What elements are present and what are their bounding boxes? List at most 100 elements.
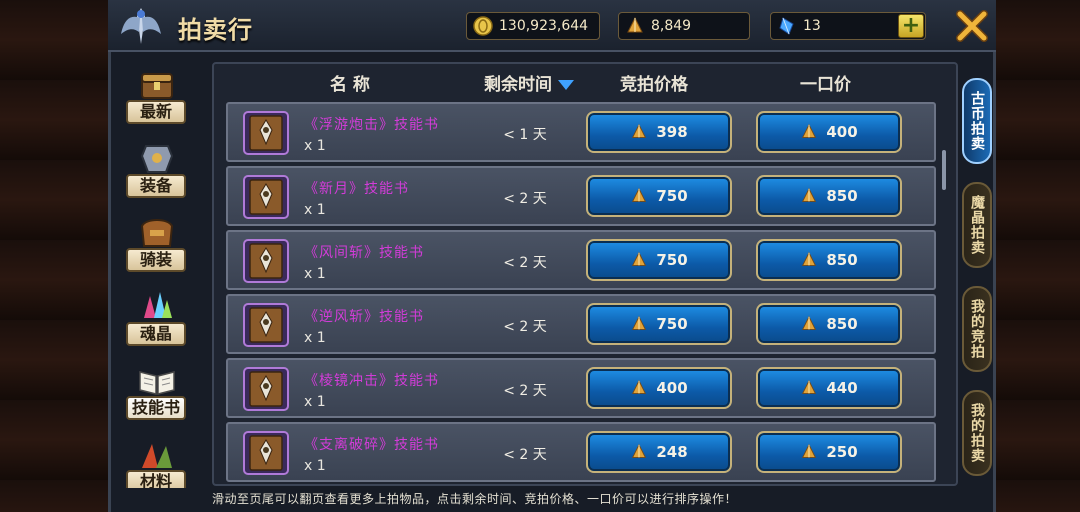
footer-hint: 滑动至页尾可以翻页查看更多上拍物品，点击剩余时间、竞拍价格、一口价可以进行排序操… — [212, 492, 738, 506]
tab-magic-crystal-auction[interactable]: 魔晶拍卖 — [962, 182, 992, 268]
category-label: 骑装 — [126, 248, 186, 272]
category-mount-gear[interactable]: 骑装 — [124, 212, 188, 284]
amber-crystal-icon — [632, 315, 647, 330]
amber-crystal-icon — [802, 187, 817, 202]
item-quantity: x 1 — [304, 202, 326, 218]
page-title: 拍卖行 — [178, 16, 253, 44]
buyout-price-button[interactable]: 250 — [756, 431, 902, 473]
item-quantity: x 1 — [304, 266, 326, 282]
item-name: 《逆风斩》技能书 — [304, 309, 424, 325]
buyout-price-button[interactable]: 850 — [756, 303, 902, 345]
winged-emblem-icon — [121, 8, 161, 44]
bid-price-button[interactable]: 750 — [586, 303, 732, 345]
bid-price-value: 398 — [656, 123, 688, 141]
bid-price-value: 400 — [656, 379, 688, 397]
gold-currency-display: 130,923,644 — [466, 12, 600, 40]
table-row[interactable]: 《支离破碎》技能书 x 1 < 2 天 248 250 — [226, 422, 936, 482]
item-remaining-time: < 2 天 — [503, 191, 547, 207]
table-row[interactable]: 《新月》技能书 x 1 < 2 天 750 850 — [226, 166, 936, 226]
column-header-bid[interactable]: 竞拍价格 — [620, 70, 688, 95]
table-row[interactable]: 《风间斩》技能书 x 1 < 2 天 750 850 — [226, 230, 936, 290]
bid-price-button[interactable]: 398 — [586, 111, 732, 153]
amber-crystal-icon — [632, 187, 647, 202]
category-label: 装备 — [126, 174, 186, 198]
table-row[interactable]: 《浮游炮击》技能书 x 1 < 1 天 398 400 — [226, 102, 936, 162]
amber-crystal-icon — [802, 123, 817, 138]
background-left — [0, 0, 112, 512]
bid-price-value: 248 — [656, 443, 688, 461]
buyout-price-button[interactable]: 850 — [756, 239, 902, 281]
item-quantity: x 1 — [304, 458, 326, 474]
buyout-price-value: 850 — [826, 251, 858, 269]
bid-price-value: 750 — [656, 251, 688, 269]
column-header-time[interactable]: 剩余时间 — [484, 70, 574, 95]
tab-my-bids[interactable]: 我的竞拍 — [962, 286, 992, 372]
bid-price-button[interactable]: 750 — [586, 239, 732, 281]
buyout-price-value: 400 — [826, 123, 858, 141]
item-name: 《新月》技能书 — [304, 181, 409, 197]
buyout-price-value: 440 — [826, 379, 858, 397]
skill-book-icon — [243, 175, 289, 219]
item-quantity: x 1 — [304, 138, 326, 154]
category-label: 魂晶 — [126, 322, 186, 346]
amber-crystal-icon — [632, 251, 647, 266]
sort-desc-icon — [558, 80, 574, 90]
amber-crystal-icon — [802, 443, 817, 458]
item-remaining-time: < 2 天 — [503, 255, 547, 271]
amber-crystal-icon — [632, 379, 647, 394]
column-header-time-label: 剩余时间 — [484, 75, 552, 95]
background-right — [988, 0, 1080, 512]
amber-crystal-icon — [632, 443, 647, 458]
item-remaining-time: < 2 天 — [503, 447, 547, 463]
skill-book-icon — [243, 367, 289, 411]
buyout-price-button[interactable]: 400 — [756, 111, 902, 153]
item-remaining-time: < 2 天 — [503, 383, 547, 399]
item-name: 《风间斩》技能书 — [304, 245, 424, 261]
skill-book-icon — [243, 303, 289, 347]
bid-price-button[interactable]: 400 — [586, 367, 732, 409]
category-label: 技能书 — [126, 396, 186, 420]
category-soul-crystal[interactable]: 魂晶 — [124, 286, 188, 358]
item-name: 《棱镜冲击》技能书 — [304, 373, 439, 389]
item-name: 《浮游炮击》技能书 — [304, 117, 439, 133]
column-header-name: 名 称 — [330, 75, 370, 95]
crystal-currency-display: 8,849 — [618, 12, 750, 40]
amber-crystal-icon — [802, 379, 817, 394]
recharge-plus-button[interactable]: + — [898, 14, 924, 38]
close-icon[interactable] — [952, 6, 992, 46]
skill-book-icon — [243, 431, 289, 475]
category-label: 材料 — [126, 470, 186, 488]
tab-coin-auction[interactable]: 古币拍卖 — [962, 78, 992, 164]
item-quantity: x 1 — [304, 330, 326, 346]
amber-crystal-icon — [632, 123, 647, 138]
buyout-price-button[interactable]: 850 — [756, 175, 902, 217]
bid-price-button[interactable]: 750 — [586, 175, 732, 217]
list-scrollbar[interactable] — [942, 150, 946, 190]
column-header-buyout[interactable]: 一口价 — [800, 70, 851, 95]
amber-crystal-icon — [627, 16, 643, 33]
tab-my-auctions[interactable]: 我的拍卖 — [962, 390, 992, 476]
category-equipment[interactable]: 装备 — [124, 138, 188, 210]
buyout-price-value: 250 — [826, 443, 858, 461]
category-materials[interactable]: 材料 — [124, 434, 188, 488]
category-skill-book[interactable]: 技能书 — [124, 360, 188, 432]
category-latest[interactable]: 最新 — [124, 64, 188, 136]
buyout-price-value: 850 — [826, 315, 858, 333]
skill-book-icon — [243, 111, 289, 155]
amber-crystal-icon — [802, 315, 817, 330]
category-label: 最新 — [126, 100, 186, 124]
table-row[interactable]: 《棱镜冲击》技能书 x 1 < 2 天 400 440 — [226, 358, 936, 418]
blue-diamond-icon — [779, 17, 794, 35]
bid-price-value: 750 — [656, 315, 688, 333]
skill-book-icon — [243, 239, 289, 283]
gold-amount: 130,923,644 — [499, 18, 589, 34]
item-name: 《支离破碎》技能书 — [304, 437, 439, 453]
amber-crystal-icon — [802, 251, 817, 266]
gold-coin-icon — [473, 16, 493, 36]
table-row[interactable]: 《逆风斩》技能书 x 1 < 2 天 750 850 — [226, 294, 936, 354]
item-quantity: x 1 — [304, 394, 326, 410]
bid-price-button[interactable]: 248 — [586, 431, 732, 473]
item-remaining-time: < 1 天 — [503, 127, 547, 143]
buyout-price-button[interactable]: 440 — [756, 367, 902, 409]
item-remaining-time: < 2 天 — [503, 319, 547, 335]
